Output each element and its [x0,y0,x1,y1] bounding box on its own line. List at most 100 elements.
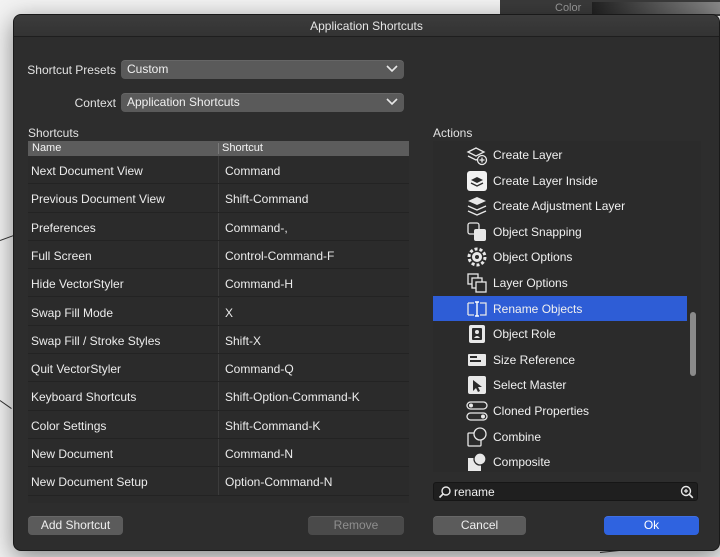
table-row[interactable]: New Document Setup Option-Command-N [28,467,409,496]
shortcut-keys: Command-H [225,277,294,292]
action-item-layer-options[interactable]: Layer Options [433,270,687,296]
shortcut-name: Previous Document View [31,192,165,207]
action-label: Object Role [493,327,556,342]
table-row[interactable]: Swap Fill / Stroke Styles Shift-X [28,325,409,355]
cell-divider [218,439,219,467]
cloned-properties-icon [466,401,488,421]
actions-search [433,482,698,501]
table-row[interactable]: Quit VectorStyler Command-Q [28,354,409,383]
composite-icon [468,452,487,472]
chevron-down-icon [386,98,398,106]
cell-divider [218,325,219,354]
background-path-line [0,400,12,409]
dialog-title: Application Shortcuts [14,15,719,37]
cell-divider [218,212,219,240]
shortcut-name: Full Screen [31,248,92,263]
shortcut-keys: X [225,305,234,320]
shortcut-name: Keyboard Shortcuts [31,390,137,405]
table-row[interactable]: Color Settings Shift-Command-K [28,410,409,439]
actions-scrollbar[interactable] [688,141,698,472]
cancel-button[interactable]: Cancel [433,516,526,535]
cell-divider [218,382,219,410]
actions-scrollbar-thumb[interactable] [690,312,696,376]
search-icon [438,486,451,499]
shortcut-keys: Shift-Command [225,192,309,207]
object-role-icon [469,325,485,344]
action-label: Composite [493,455,551,470]
table-row[interactable]: New Document Command-N [28,439,409,468]
column-header-shortcut[interactable]: Shortcut [222,142,263,154]
add-shortcut-button[interactable]: Add Shortcut [28,516,123,535]
gear-icon [467,247,487,267]
action-label: Create Layer [493,148,563,162]
shortcut-name: Color Settings [31,418,107,433]
cell-divider [218,410,219,438]
cell-divider [218,184,219,212]
action-item-create-adjustment-layer[interactable]: Create Adjustment Layer [433,193,687,219]
cell-divider [218,156,219,184]
cell-divider [218,297,219,325]
shortcut-keys: Command [225,164,281,178]
size-reference-icon [468,353,486,366]
shortcut-name: New Document [31,447,114,461]
action-label: Rename Objects [493,301,583,316]
search-input[interactable] [454,484,674,499]
action-item-create-layer[interactable]: Create Layer [433,142,687,168]
ok-button[interactable]: Ok [604,516,699,535]
column-header-name[interactable]: Name [32,142,61,154]
table-row[interactable]: Keyboard Shortcuts Shift-Option-Command-… [28,382,409,411]
combine-icon [467,426,487,447]
context-dropdown[interactable]: Application Shortcuts [121,93,404,112]
table-row[interactable]: Next Document View Command [28,156,409,185]
action-label: Create Adjustment Layer [493,199,626,214]
layer-options-icon [467,273,487,293]
action-label: Select Master [493,378,567,393]
table-row[interactable]: Preferences Command-, [28,212,409,241]
table-row[interactable]: Previous Document View Shift-Command [28,184,409,213]
zoom-clear-icon[interactable] [680,485,694,499]
shortcut-keys: Command-Q [225,362,294,377]
cell-divider [218,467,219,495]
background-color-swatch [592,2,720,14]
remove-button[interactable]: Remove [308,516,404,535]
table-row[interactable]: Hide VectorStyler Command-H [28,269,409,298]
shortcut-name: Swap Fill Mode [31,305,114,320]
action-item-object-options[interactable]: Object Options [433,244,687,270]
presets-dropdown[interactable]: Custom [121,60,404,79]
shortcut-keys: Command-, [225,220,288,235]
actions-list: Create Layer Create Layer Inside Create … [433,141,701,472]
adjustment-layer-icon [467,197,487,216]
action-label: Layer Options [493,276,568,290]
action-label: Create Layer Inside [493,173,598,188]
cell-divider [218,269,219,297]
shortcut-keys: Shift-Option-Command-K [225,390,360,405]
action-item-rename-objects[interactable]: Rename Objects [433,295,687,322]
action-item-cloned-properties[interactable]: Cloned Properties [433,398,687,424]
shortcuts-dialog: Application Shortcuts Shortcut Presets C… [13,14,720,551]
table-row[interactable]: Full Screen Control-Command-F [28,240,409,270]
action-item-size-reference[interactable]: Size Reference [433,347,687,373]
shortcut-name: Preferences [31,220,96,235]
shortcut-keys: Option-Command-N [225,475,333,490]
action-item-select-master[interactable]: Select Master [433,372,687,398]
shortcuts-table: Next Document View Command Previous Docu… [28,156,409,503]
action-item-composite[interactable]: Composite [433,449,687,472]
actions-section-label: Actions [433,126,473,140]
action-item-object-role[interactable]: Object Role [433,321,687,347]
chevron-down-icon [386,65,398,73]
presets-label: Shortcut Presets [27,63,116,77]
shortcut-keys: Shift-Command-K [225,418,321,433]
action-item-object-snapping[interactable]: Object Snapping [433,219,687,245]
action-label: Object Options [493,250,573,265]
action-item-create-layer-inside[interactable]: Create Layer Inside [433,168,687,194]
action-item-combine[interactable]: Combine [433,424,687,450]
shortcut-keys: Command-N [225,447,294,461]
create-layer-inside-icon [467,170,487,191]
table-row[interactable]: Swap Fill Mode X [28,297,409,326]
create-layer-icon [466,147,488,166]
context-label: Context [74,96,116,110]
shortcut-name: Next Document View [31,164,143,178]
shortcut-name: New Document Setup [31,475,148,490]
action-label: Object Snapping [493,224,582,239]
shortcut-name: Quit VectorStyler [31,362,122,377]
